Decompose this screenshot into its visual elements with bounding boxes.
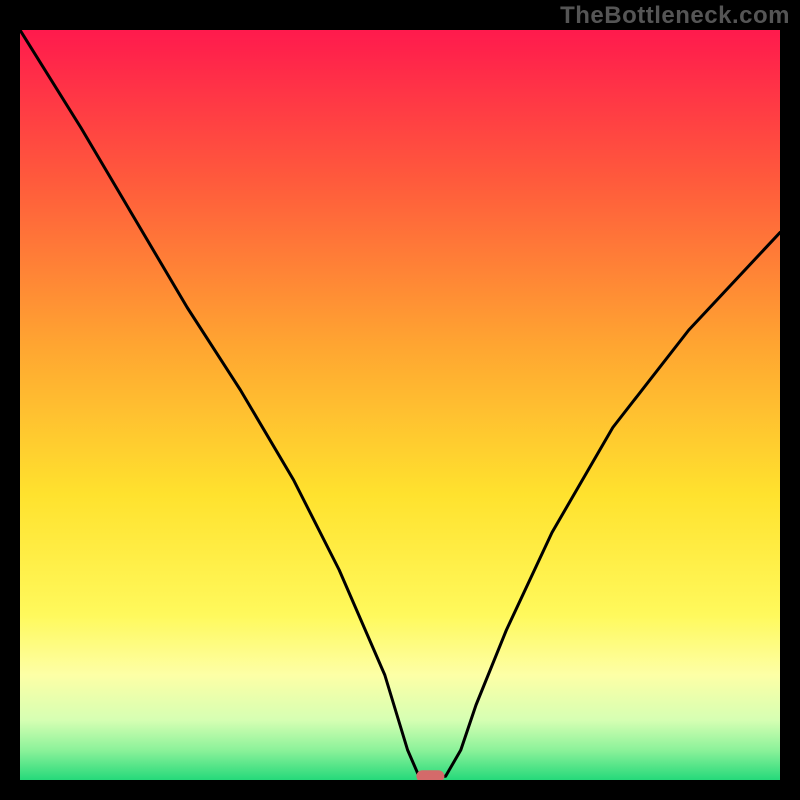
- chart-container: TheBottleneck.com: [0, 0, 800, 800]
- chart-svg: [20, 30, 780, 780]
- optimal-point-pill: [416, 770, 444, 780]
- watermark-text: TheBottleneck.com: [560, 2, 790, 30]
- plot-area: [20, 30, 780, 780]
- gradient-background: [20, 30, 780, 780]
